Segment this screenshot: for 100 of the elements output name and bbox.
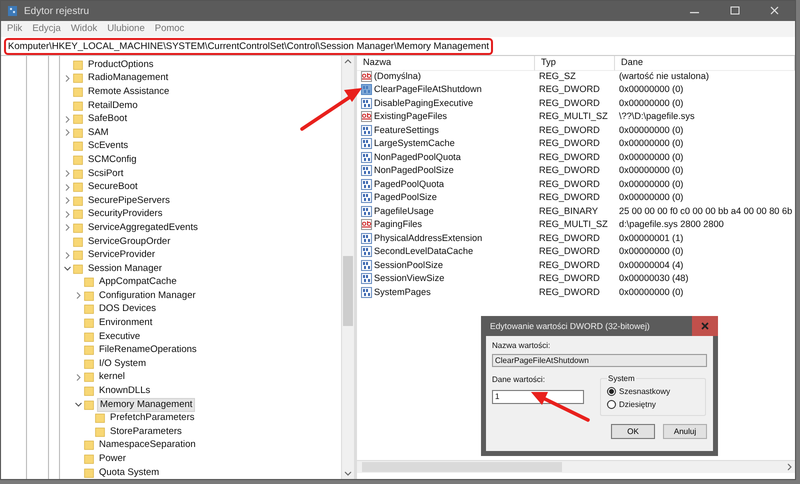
tree-item[interactable]: Memory Management [97, 398, 196, 412]
tree-item[interactable]: kernel [97, 371, 127, 384]
folder-icon [73, 60, 83, 70]
expand-chevron-icon[interactable] [63, 169, 72, 178]
cancel-button[interactable]: Anuluj [663, 424, 707, 439]
value-name[interactable]: LargeSystemCache [374, 137, 455, 151]
column-header[interactable]: Nazwa [357, 56, 535, 71]
expand-chevron-icon[interactable] [63, 74, 72, 83]
folder-icon [84, 277, 94, 288]
tree-item[interactable]: I/O System [97, 358, 148, 370]
expand-chevron-icon[interactable] [63, 196, 72, 206]
tree-item[interactable]: SCMConfig [86, 154, 139, 166]
column-header[interactable]: Dane [615, 56, 795, 71]
scrollbar-thumb[interactable] [343, 256, 353, 326]
folder-icon [73, 250, 83, 260]
tree-item[interactable]: StoreParameters [108, 426, 184, 438]
value-name[interactable]: PagedPoolSize [374, 191, 437, 205]
value-data: 0x00000000 (0) [618, 245, 684, 258]
value-name[interactable]: NonPagedPoolQuota [374, 150, 461, 164]
tree-item[interactable]: SecureBoot [86, 181, 140, 194]
expand-chevron-icon[interactable] [63, 250, 72, 260]
folder-icon [73, 114, 83, 124]
tree-item[interactable]: ScsiPort [86, 168, 126, 180]
tree-item[interactable]: PrefetchParameters [108, 412, 196, 424]
value-data: 0x00000000 (0) [618, 150, 684, 164]
tree-item[interactable]: SafeBoot [86, 113, 130, 126]
tree-item[interactable]: SAM [86, 126, 111, 139]
tree-item[interactable]: KnownDLLs [97, 385, 152, 398]
expand-chevron-icon[interactable] [74, 372, 83, 382]
tree-item[interactable]: NamespaceSeparation [97, 439, 198, 452]
column-header[interactable]: Typ [535, 56, 615, 71]
value-name[interactable]: ExistingPageFiles [374, 110, 448, 124]
value-data: 0x00000000 (0) [618, 137, 684, 150]
value-name[interactable]: SystemPages [374, 286, 431, 300]
expand-chevron-icon[interactable] [63, 223, 72, 232]
expand-chevron-icon[interactable] [63, 114, 72, 124]
tree-item[interactable]: RetailDemo [86, 100, 140, 112]
value-data: 0x00000000 (0) [618, 191, 684, 204]
value-name[interactable]: PagingFiles [374, 218, 422, 232]
menu-item[interactable]: Plik [7, 22, 22, 36]
tree-item[interactable]: Remote Assistance [86, 86, 172, 98]
tree-item[interactable]: Session Manager [86, 262, 164, 275]
value-name[interactable]: FeatureSettings [374, 124, 439, 138]
radio-option[interactable]: Dziesiętny [607, 398, 699, 411]
tree-item[interactable]: RadioManagement [86, 72, 170, 84]
scrollbar-thumb[interactable] [362, 462, 562, 472]
menu-item[interactable]: Edycja [32, 22, 61, 36]
folder-icon [73, 236, 83, 247]
tree-item[interactable]: SecurePipeServers [86, 194, 172, 207]
tree-item[interactable]: ServiceAggregatedEvents [86, 222, 200, 234]
dialog-close-button[interactable] [692, 316, 718, 336]
address-path[interactable]: Komputer\HKEY_LOCAL_MACHINE\SYSTEM\CurrentControlSet\Control\Session Manager\Memory Management [4, 38, 493, 54]
value-name[interactable]: SessionPoolSize [374, 258, 443, 272]
expand-chevron-icon[interactable] [63, 128, 72, 138]
tree-item[interactable]: SecurityProviders [86, 208, 164, 220]
tree-item[interactable]: ServiceGroupOrder [86, 236, 172, 248]
tree-item[interactable]: Environment [97, 317, 154, 330]
folder-icon [73, 264, 83, 274]
horizontal-scrollbar[interactable] [357, 460, 795, 473]
value-name[interactable]: PagedPoolQuota [374, 178, 444, 192]
value-type: REG_DWORD [538, 191, 601, 204]
tree-item[interactable]: ServiceProvider [86, 249, 158, 262]
value-name[interactable]: SecondLevelDataCache [374, 245, 474, 259]
tree-item[interactable]: ScEvents [86, 140, 130, 152]
tree-item[interactable]: Executive [97, 330, 142, 343]
ok-button[interactable]: OK [611, 424, 655, 439]
tree-item[interactable]: Configuration Manager [97, 290, 198, 302]
value-name[interactable]: SessionViewSize [374, 272, 444, 286]
tree-item[interactable]: ProductOptions [86, 58, 156, 71]
value-type: REG_SZ [538, 70, 577, 83]
folder-icon [73, 154, 83, 165]
value-data: \??\D:\pagefile.sys [618, 110, 696, 123]
menu-item[interactable]: Pomoc [154, 22, 184, 36]
expand-chevron-icon[interactable] [74, 291, 83, 300]
folder-icon [84, 304, 94, 314]
value-type: REG_DWORD [538, 286, 601, 299]
folder-icon [73, 209, 83, 220]
collapse-chevron-icon[interactable] [74, 400, 83, 410]
radio-option[interactable]: Szesnastkowy [607, 385, 699, 398]
value-name[interactable]: PhysicalAddressExtension [374, 232, 482, 246]
folder-icon [84, 358, 94, 369]
tree-item[interactable]: Quota System [97, 466, 162, 479]
menu-item[interactable]: Ulubione [107, 22, 145, 36]
tree-item[interactable]: AppCompatCache [97, 276, 179, 288]
value-name[interactable]: NonPagedPoolSize [374, 164, 454, 178]
menu-item[interactable]: Widok [70, 22, 98, 36]
value-name[interactable]: ClearPageFileAtShutdown [374, 83, 482, 97]
tree-item[interactable]: DOS Devices [97, 303, 158, 316]
folder-icon [73, 128, 83, 138]
value-name[interactable]: DisablePagingExecutive [374, 96, 474, 110]
value-name[interactable]: PagefileUsage [374, 204, 434, 218]
expand-chevron-icon[interactable] [63, 210, 72, 219]
tree-item[interactable]: Power [97, 453, 128, 466]
expand-chevron-icon[interactable] [63, 182, 72, 192]
tree-item[interactable]: FileRenameOperations [97, 344, 199, 356]
group-label: System [607, 373, 636, 385]
close-icon[interactable] [701, 322, 709, 330]
value-name[interactable]: (Domyślna) [374, 70, 421, 84]
collapse-chevron-icon[interactable] [63, 264, 72, 274]
vertical-scrollbar[interactable] [341, 56, 354, 479]
